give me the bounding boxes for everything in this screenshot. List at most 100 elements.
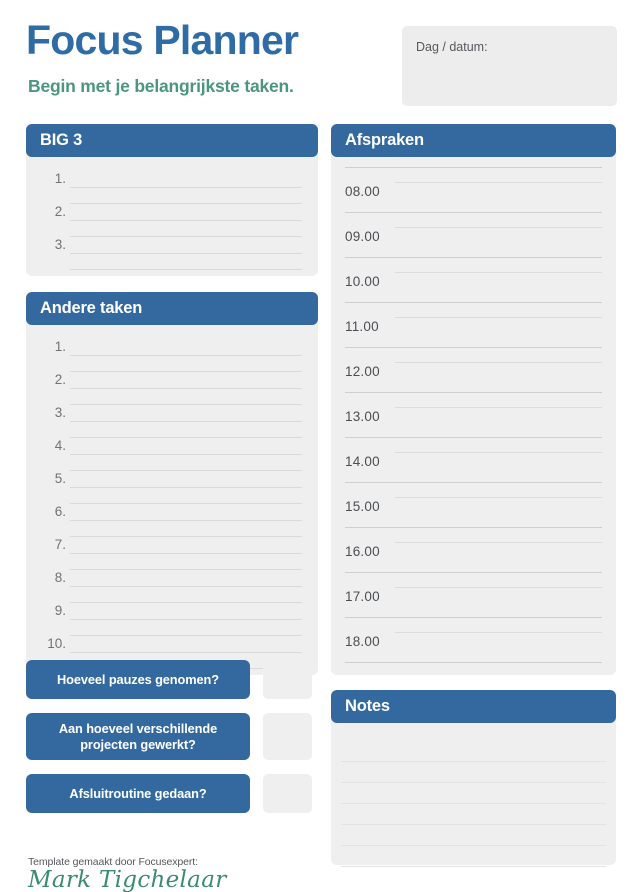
write-rule-line [395, 407, 602, 408]
page-header: Focus Planner Begin met je belangrijkste… [0, 0, 630, 118]
appointments-header: Afspraken [331, 124, 616, 157]
schedule-slot-time: 12.00 [345, 364, 380, 379]
write-rule-line [70, 421, 302, 422]
big3-card: BIG 3 1. 2. 3. [26, 124, 318, 276]
list-item-number: 1. [54, 171, 66, 186]
question-button-1[interactable]: Hoeveel pauzes genomen? [26, 660, 250, 699]
schedule-slot[interactable]: 11.00 [343, 303, 604, 348]
big3-body: 1. 2. 3. [26, 151, 318, 276]
write-rule-line [395, 317, 602, 318]
schedule-separator [345, 662, 602, 663]
notes-header: Notes [331, 690, 616, 723]
write-rule-line [341, 782, 606, 783]
list-item[interactable]: 2. [38, 200, 306, 237]
write-rule-line [70, 619, 302, 620]
list-item-number: 7. [54, 537, 66, 552]
schedule-slot[interactable]: 15.00 [343, 483, 604, 528]
list-item[interactable]: 3. [38, 401, 306, 438]
notes-heading: Notes [345, 697, 390, 715]
list-item[interactable]: 5. [38, 467, 306, 504]
notes-body [331, 717, 616, 867]
write-rule-line [70, 586, 302, 587]
schedule-slot[interactable]: 14.00 [343, 438, 604, 483]
date-field-label: Dag / datum: [416, 40, 488, 54]
write-rule-line [70, 520, 302, 521]
other-tasks-list: 1. 2. 3. 4. 5. 6. 7. 8. 9. 10. [26, 325, 318, 675]
schedule-slot[interactable]: 17.00 [343, 573, 604, 618]
list-item[interactable]: 8. [38, 566, 306, 603]
list-item-number: 8. [54, 570, 66, 585]
schedule-slot[interactable]: 16.00 [343, 528, 604, 573]
write-rule-line [70, 355, 302, 356]
list-item[interactable]: 2. [38, 368, 306, 405]
question-answer-field-2[interactable] [263, 713, 312, 760]
other-tasks-heading: Andere taken [40, 299, 143, 317]
big3-heading: BIG 3 [40, 131, 83, 149]
list-item[interactable]: 3. [38, 233, 306, 270]
write-rule-line [395, 272, 602, 273]
list-item-number: 10. [47, 636, 66, 651]
appointments-body: 08.00 09.00 10.00 11.00 12.00 13.00 14.00 15.00… [331, 151, 616, 675]
write-rule-line [341, 845, 606, 846]
write-rule-line [341, 761, 606, 762]
write-rule-line [395, 632, 602, 633]
write-rule-line [341, 824, 606, 825]
schedule-slot[interactable]: 09.00 [343, 213, 604, 258]
question-button-3[interactable]: Afsluitroutine gedaan? [26, 774, 250, 813]
schedule-slot-time: 09.00 [345, 229, 380, 244]
write-rule-line [70, 187, 302, 188]
other-tasks-body: 1. 2. 3. 4. 5. 6. 7. 8. 9. 10. [26, 319, 318, 675]
list-item-number: 2. [54, 372, 66, 387]
write-rule-line [395, 587, 602, 588]
write-rule-line [70, 220, 302, 221]
big3-header: BIG 3 [26, 124, 318, 157]
big3-list: 1. 2. 3. [26, 157, 318, 276]
notes-input-area[interactable] [331, 723, 616, 867]
schedule-slot-time: 17.00 [345, 589, 380, 604]
list-item-number: 4. [54, 438, 66, 453]
write-rule-line [70, 652, 302, 653]
page-title: Focus Planner [26, 17, 299, 63]
question-answer-field-3[interactable] [263, 774, 312, 813]
other-tasks-card: Andere taken 1. 2. 3. 4. 5. 6. 7. 8. 9. 10. [26, 292, 318, 675]
write-rule-line [395, 182, 602, 183]
date-field[interactable]: Dag / datum: [402, 26, 617, 106]
schedule-slot[interactable]: 18.00 [343, 618, 604, 663]
list-item-number: 5. [54, 471, 66, 486]
list-item-number: 6. [54, 504, 66, 519]
list-item[interactable]: 6. [38, 500, 306, 537]
schedule-slot-time: 13.00 [345, 409, 380, 424]
footer-signature: Mark Tigchelaar [28, 867, 227, 892]
schedule-slot[interactable]: 12.00 [343, 348, 604, 393]
question-row: Aan hoeveel verschillende projecten gewe… [26, 713, 318, 760]
list-item-number: 1. [54, 339, 66, 354]
footer: Template gemaakt door Focusexpert: Mark … [28, 856, 328, 892]
schedule-slot-time: 14.00 [345, 454, 380, 469]
write-rule-line [395, 542, 602, 543]
list-item-number: 9. [54, 603, 66, 618]
schedule-slot[interactable]: 08.00 [343, 168, 604, 213]
list-item-number: 2. [54, 204, 66, 219]
question-buttons-group: Hoeveel pauzes genomen? Aan hoeveel versc… [26, 660, 318, 827]
list-item[interactable]: 7. [38, 533, 306, 570]
list-item[interactable]: 1. [38, 167, 306, 204]
write-rule-line [70, 388, 302, 389]
right-column: Afspraken 08.00 09.00 10.00 11.00 12.00 13.00… [331, 124, 616, 867]
list-item[interactable]: 1. [38, 335, 306, 372]
appointments-card: Afspraken 08.00 09.00 10.00 11.00 12.00 13.00… [331, 124, 616, 675]
schedule-slot-time: 08.00 [345, 184, 380, 199]
schedule-slot[interactable]: 10.00 [343, 258, 604, 303]
write-rule-line [70, 269, 302, 270]
list-item-number: 3. [54, 405, 66, 420]
list-item[interactable]: 4. [38, 434, 306, 471]
question-button-2[interactable]: Aan hoeveel verschillende projecten gewe… [26, 713, 250, 760]
write-rule-line [70, 553, 302, 554]
write-rule-line [395, 362, 602, 363]
question-answer-field-1[interactable] [263, 660, 312, 699]
schedule-slot-time: 15.00 [345, 499, 380, 514]
schedule-slot[interactable]: 13.00 [343, 393, 604, 438]
list-item[interactable]: 9. [38, 599, 306, 636]
write-rule-line [70, 487, 302, 488]
